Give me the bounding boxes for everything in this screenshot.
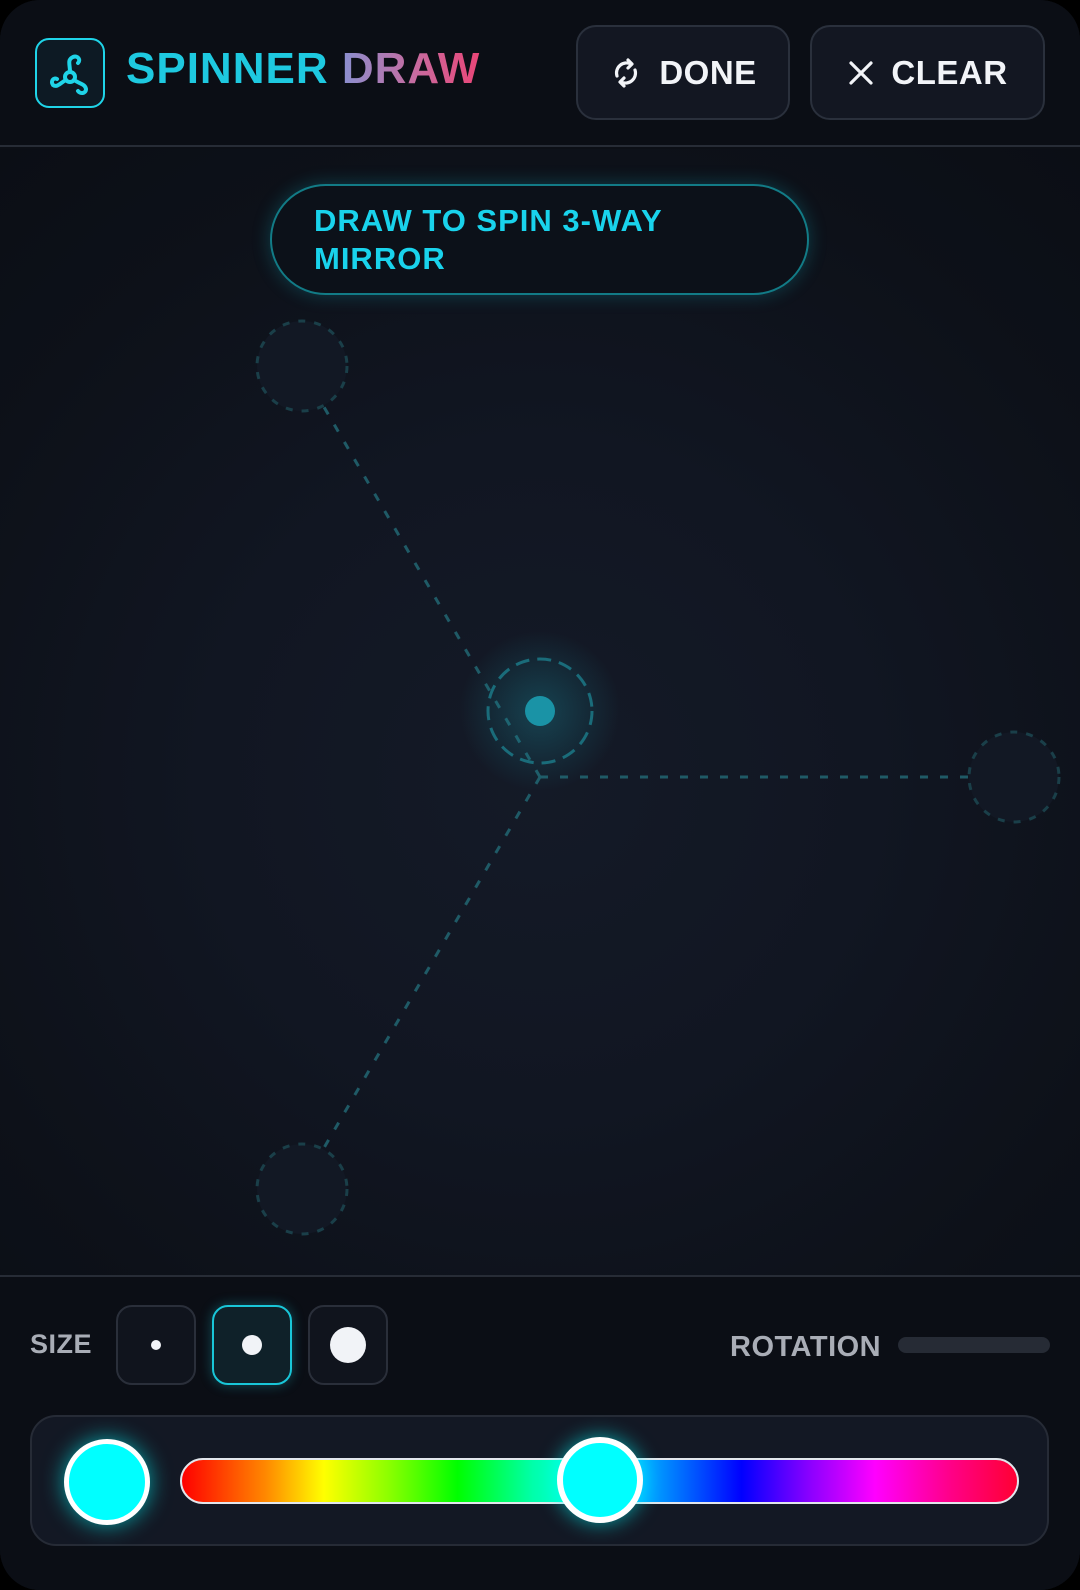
brush-dot-large-icon <box>330 1327 366 1363</box>
center-hub-dot <box>525 696 555 726</box>
arm-endpoint-lower-left <box>255 1142 349 1236</box>
selected-color-swatch[interactable] <box>64 1439 150 1525</box>
sync-icon <box>609 56 643 90</box>
bottom-toolbar: SIZE ROTATION <box>0 1275 1080 1590</box>
spinner-draw-app: SPINNER DRAW DONE CLEAR DRAW TO SPIN 3-W… <box>0 0 1080 1590</box>
color-panel <box>30 1415 1049 1546</box>
spinner-logo-icon <box>35 38 105 108</box>
hue-slider-thumb[interactable] <box>556 1437 643 1523</box>
size-button-large[interactable] <box>308 1305 388 1385</box>
arm-endpoint-right <box>967 730 1061 824</box>
header-bar: SPINNER DRAW DONE CLEAR <box>0 0 1080 147</box>
size-button-small[interactable] <box>116 1305 196 1385</box>
mirror-guides <box>255 319 1061 1236</box>
size-button-medium[interactable] <box>212 1305 292 1385</box>
close-icon <box>847 59 875 87</box>
clear-label: CLEAR <box>891 53 1008 91</box>
title-part-draw: DRAW <box>341 44 481 93</box>
rotation-slider[interactable] <box>898 1337 1050 1353</box>
mirror-arm-lower-left <box>298 776 542 1190</box>
arm-endpoint-upper-left <box>255 319 349 413</box>
done-button[interactable]: DONE <box>576 25 790 120</box>
done-label: DONE <box>659 53 757 91</box>
drawing-canvas[interactable] <box>0 149 1080 1275</box>
size-label: SIZE <box>30 1329 93 1359</box>
hint-banner: DRAW TO SPIN 3-WAY MIRROR <box>270 184 809 295</box>
title-part-spinner: SPINNER <box>126 44 329 93</box>
rotation-label: ROTATION <box>730 1331 882 1363</box>
brush-dot-small-icon <box>151 1340 161 1350</box>
app-title: SPINNER DRAW <box>126 44 480 94</box>
brush-dot-medium-icon <box>242 1335 262 1355</box>
clear-button[interactable]: CLEAR <box>810 25 1045 120</box>
